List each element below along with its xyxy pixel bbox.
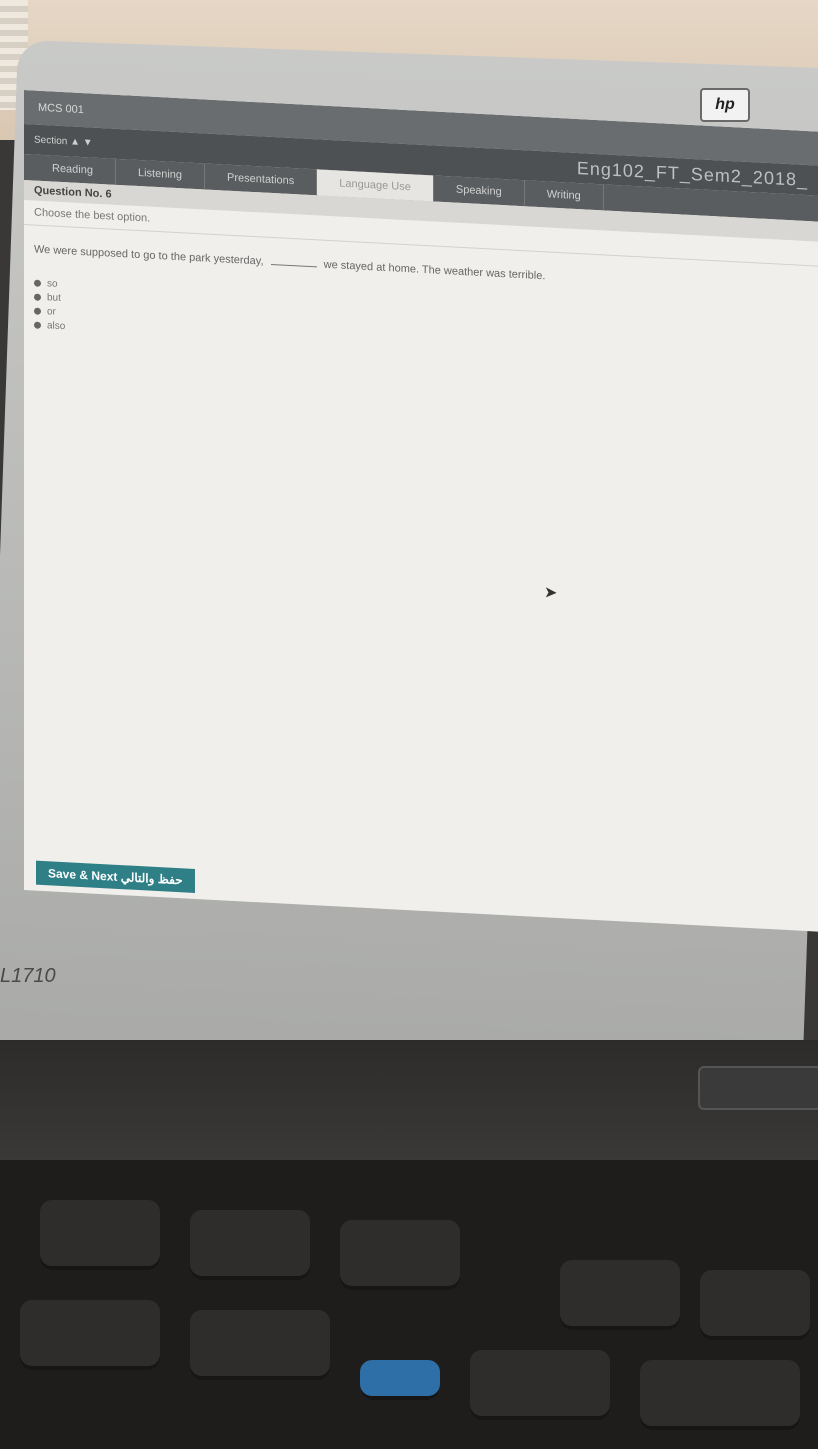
radio-icon[interactable] xyxy=(34,307,41,315)
tab-reading[interactable]: Reading xyxy=(30,154,116,185)
window-title: MCS 001 xyxy=(38,101,84,117)
keyboard-key xyxy=(190,1210,310,1280)
answer-blank xyxy=(270,263,317,268)
hp-logo: hp xyxy=(700,88,750,122)
keyboard-key xyxy=(470,1350,610,1420)
radio-icon[interactable] xyxy=(34,321,41,329)
keyboard-key xyxy=(700,1270,810,1340)
option-label: but xyxy=(47,291,61,304)
keyboard-key-blue xyxy=(360,1360,440,1400)
question-text-before: We were supposed to go to the park yeste… xyxy=(34,243,264,268)
keyboard-key xyxy=(190,1310,330,1380)
tab-speaking[interactable]: Speaking xyxy=(433,175,525,207)
radio-icon[interactable] xyxy=(34,279,41,287)
save-next-button[interactable]: Save & Next حفظ والتالي xyxy=(36,860,195,893)
keyboard-key xyxy=(20,1300,160,1370)
mouse-cursor-icon: ➤ xyxy=(544,584,558,602)
tab-writing[interactable]: Writing xyxy=(524,180,604,211)
keyboard-key xyxy=(40,1200,160,1270)
keyboard-key xyxy=(560,1260,680,1330)
option-label: also xyxy=(47,319,66,332)
option-label: so xyxy=(47,277,58,290)
keyboard-key xyxy=(640,1360,800,1430)
keyboard-key xyxy=(340,1220,460,1290)
radio-icon[interactable] xyxy=(34,293,41,301)
exam-screen: MCS 001 Section ▲ ▼ Eng102_FT_Sem2_2018_… xyxy=(24,90,818,932)
question-number: Question No. 6 xyxy=(34,184,112,201)
question-text-after: we stayed at home. The weather was terri… xyxy=(323,258,546,283)
monitor-base xyxy=(0,1040,818,1170)
option-label: or xyxy=(47,305,56,318)
tab-listening[interactable]: Listening xyxy=(115,158,206,190)
power-button-icon[interactable] xyxy=(698,1066,818,1110)
monitor-model-label: L1710 xyxy=(0,965,56,987)
keyboard xyxy=(0,1160,818,1449)
section-info: Section ▲ ▼ xyxy=(34,134,93,149)
